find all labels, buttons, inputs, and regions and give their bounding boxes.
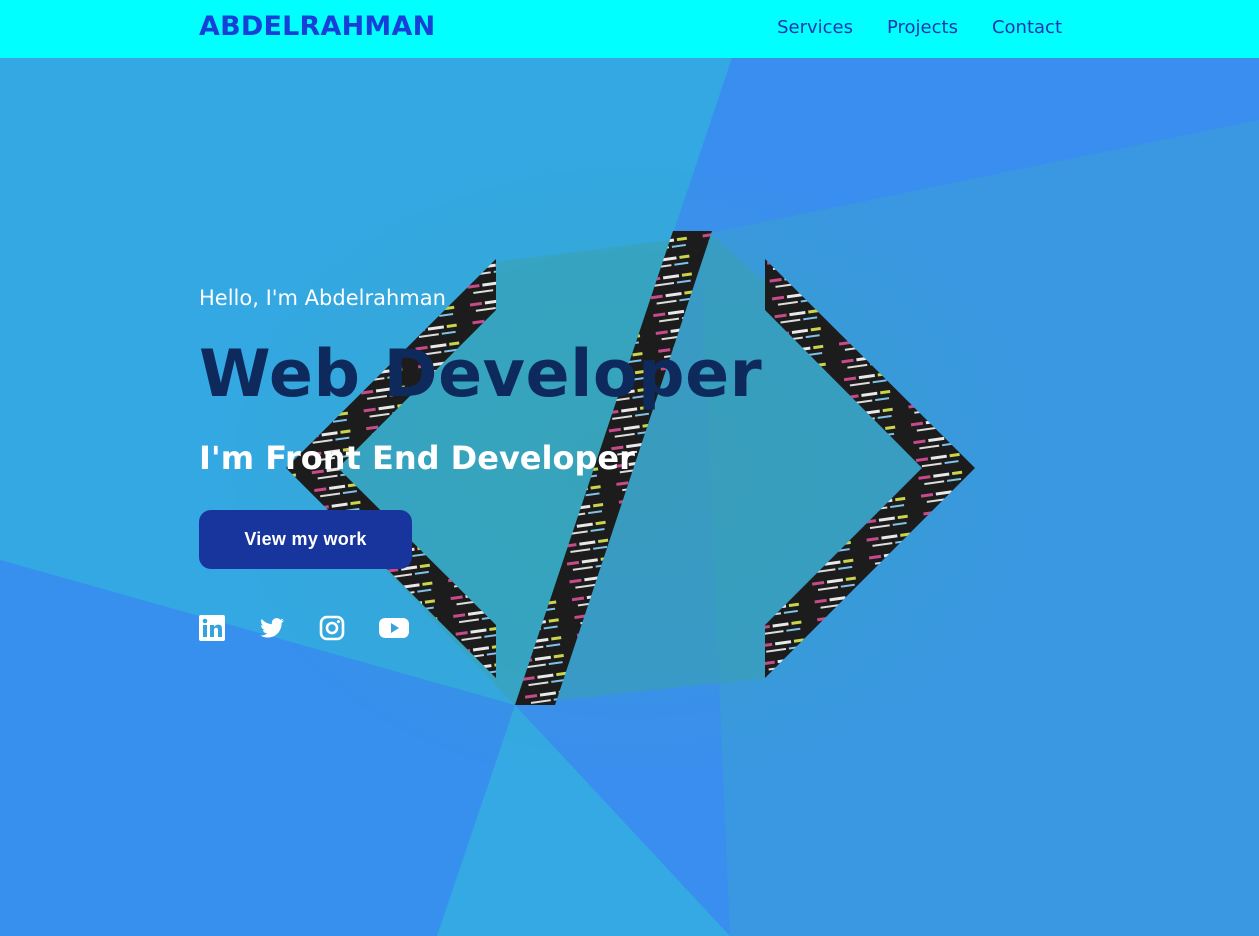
page: ABDELRAHMAN Services Projects Contact He… xyxy=(0,0,1259,936)
linkedin-icon[interactable] xyxy=(199,615,225,641)
twitter-icon[interactable] xyxy=(259,615,285,641)
hero-subheadline: I'm Front End Developer xyxy=(199,439,635,477)
navbar: ABDELRAHMAN Services Projects Contact xyxy=(0,0,1259,58)
nav-links: Services Projects Contact xyxy=(777,16,1062,40)
hero-headline: Web Developer xyxy=(199,337,763,412)
youtube-icon[interactable] xyxy=(379,615,409,641)
instagram-icon[interactable] xyxy=(319,615,345,641)
hero-greeting: Hello, I'm Abdelrahman xyxy=(199,286,446,310)
view-my-work-button[interactable]: View my work xyxy=(199,510,412,569)
nav-link-projects[interactable]: Projects xyxy=(887,16,958,40)
nav-link-services[interactable]: Services xyxy=(777,16,853,40)
brand-logo[interactable]: ABDELRAHMAN xyxy=(199,10,435,44)
hero-content: Hello, I'm Abdelrahman Web Developer I'm… xyxy=(199,282,762,641)
social-links xyxy=(199,615,762,641)
nav-link-contact[interactable]: Contact xyxy=(992,16,1062,40)
